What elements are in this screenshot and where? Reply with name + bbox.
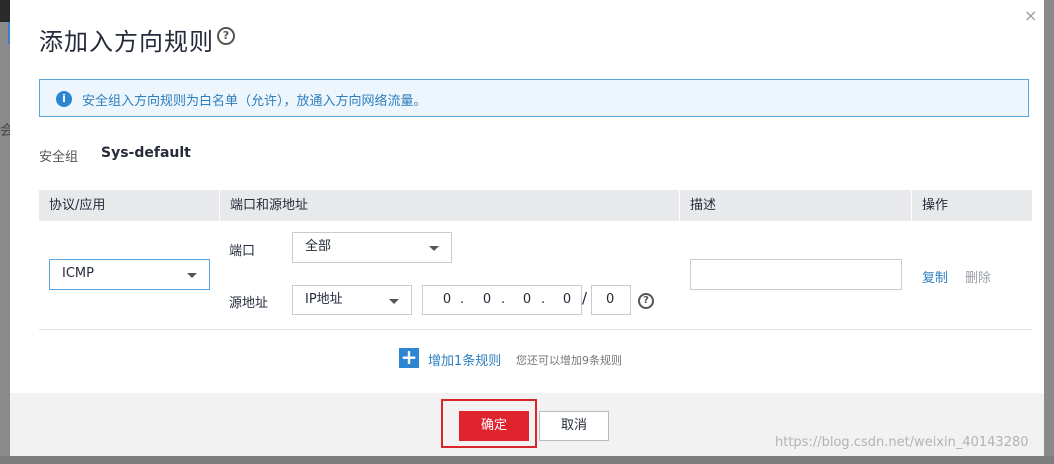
- rules-table-header: 协议/应用 端口和源地址 描述 操作: [39, 190, 1032, 221]
- dialog-footer: 确定 取消 https://blog.csdn.net/weixin_40143…: [10, 393, 1044, 456]
- port-select-value: 全部: [305, 239, 332, 254]
- chevron-down-icon: [187, 273, 197, 278]
- security-group-label: 安全组: [39, 150, 79, 165]
- close-icon[interactable]: ×: [1024, 6, 1037, 25]
- add-rule-hint: 您还可以增加9条规则: [516, 354, 622, 367]
- ip-octet-2[interactable]: 0: [479, 292, 495, 307]
- question-circle-icon[interactable]: ?: [217, 27, 235, 45]
- header-protocol: 协议/应用: [49, 198, 106, 213]
- security-group-value: Sys-default: [101, 145, 191, 161]
- delete-rule-button[interactable]: 删除: [965, 267, 991, 286]
- question-circle-icon[interactable]: ?: [638, 293, 654, 309]
- info-banner: i 安全组入方向规则为白名单（允许），放通入方向网络流量。: [39, 79, 1029, 117]
- row-divider: [39, 329, 1032, 330]
- header-actions: 操作: [911, 190, 1032, 221]
- backdrop-top: [0, 0, 10, 22]
- subnet-mask-input[interactable]: 0: [591, 285, 631, 315]
- port-label: 端口: [229, 244, 256, 259]
- ip-octet-3[interactable]: 0: [519, 292, 535, 307]
- description-input[interactable]: [690, 259, 902, 290]
- header-description: 描述: [679, 190, 911, 221]
- cancel-button[interactable]: 取消: [539, 411, 609, 441]
- chevron-down-icon: [389, 299, 399, 304]
- header-port-source: 端口和源地址: [219, 190, 679, 221]
- source-type-value: IP地址: [305, 292, 343, 307]
- confirm-button[interactable]: 确定: [459, 411, 529, 441]
- source-label: 源地址: [229, 296, 269, 311]
- chevron-down-icon: [429, 246, 439, 251]
- ip-octet-4[interactable]: 0: [559, 292, 575, 307]
- backdrop-bottom: [0, 456, 1054, 464]
- protocol-select[interactable]: ICMP: [49, 259, 210, 290]
- ip-dot: .: [460, 292, 465, 307]
- port-select[interactable]: 全部: [292, 232, 452, 263]
- mask-slash: /: [582, 289, 588, 307]
- protocol-select-value: ICMP: [62, 266, 94, 281]
- info-text: 安全组入方向规则为白名单（允许），放通入方向网络流量。: [82, 94, 427, 109]
- ip-dot: .: [541, 292, 546, 307]
- add-rule-button[interactable]: 增加1条规则: [428, 350, 501, 369]
- info-icon: i: [56, 91, 72, 107]
- ip-octet-1[interactable]: 0: [439, 292, 455, 307]
- source-type-select[interactable]: IP地址: [292, 285, 412, 315]
- watermark: https://blog.csdn.net/weixin_40143280: [775, 435, 1029, 450]
- ip-dot: .: [501, 292, 506, 307]
- source-ip-input[interactable]: 0 . 0 . 0 . 0: [422, 285, 582, 315]
- copy-rule-button[interactable]: 复制: [922, 267, 948, 286]
- plus-icon[interactable]: +: [399, 347, 419, 368]
- add-inbound-rule-dialog: 添加入方向规则 ? × i 安全组入方向规则为白名单（允许），放通入方向网络流量…: [10, 0, 1044, 456]
- dialog-title: 添加入方向规则: [39, 28, 214, 56]
